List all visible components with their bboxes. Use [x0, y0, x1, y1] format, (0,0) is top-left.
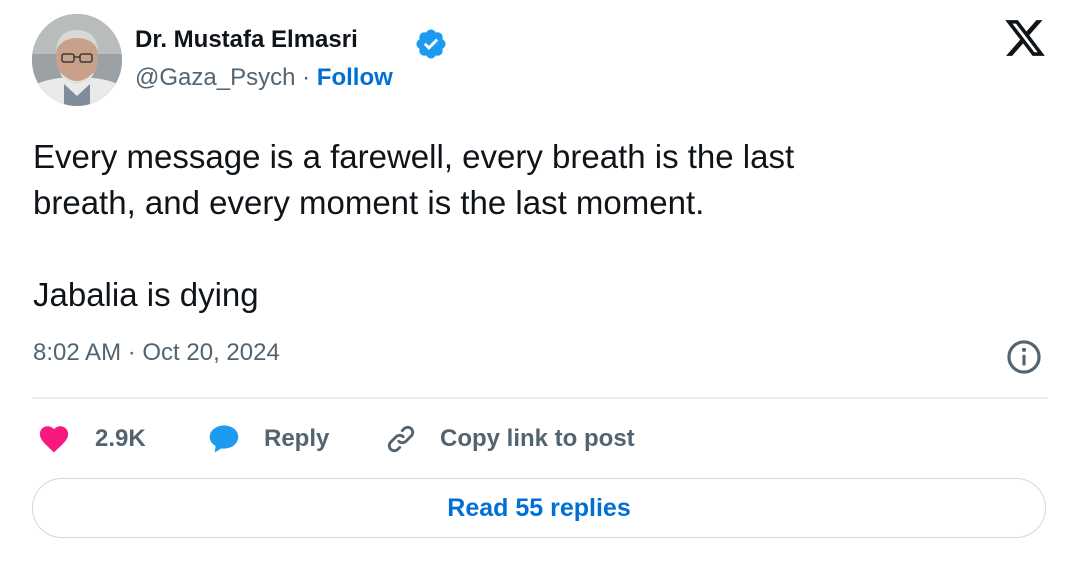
speech-bubble-icon [209, 425, 239, 453]
heart-icon [39, 426, 69, 453]
like-button[interactable]: 2.9K [36, 416, 146, 462]
handle-row: @Gaza_Psych · Follow [135, 64, 393, 92]
separator-dot: · [302, 64, 311, 91]
tweet-text: Every message is a farewell, every breat… [33, 134, 1023, 318]
read-replies-button[interactable]: Read 55 replies [32, 478, 1046, 538]
reply-label: Reply [264, 425, 330, 452]
verified-badge-icon [416, 29, 446, 59]
info-icon[interactable] [1005, 338, 1043, 376]
reply-button[interactable]: Reply [205, 416, 329, 462]
x-logo-icon[interactable] [1002, 16, 1048, 60]
tweet-text-line: Jabalia is dying [33, 276, 259, 313]
link-icon [387, 425, 415, 453]
tweet-text-line: Every message is a farewell, every breat… [33, 138, 795, 175]
tweet-embed-card: Dr. Mustafa Elmasri @Gaza_Psych · Follow… [0, 0, 1080, 567]
like-count: 2.9K [95, 425, 146, 452]
copy-link-label: Copy link to post [440, 425, 635, 452]
follow-button[interactable]: Follow [317, 64, 393, 91]
divider [32, 397, 1048, 399]
tweet-timestamp[interactable]: 8:02 AM · Oct 20, 2024 [33, 339, 280, 367]
author-handle[interactable]: @Gaza_Psych [135, 64, 295, 91]
author-name[interactable]: Dr. Mustafa Elmasri [135, 26, 358, 54]
action-bar: 2.9K Reply Copy link to post [0, 416, 1080, 466]
copy-link-button[interactable]: Copy link to post [382, 416, 635, 462]
avatar[interactable] [32, 14, 122, 106]
tweet-text-line: breath, and every moment is the last mom… [33, 184, 705, 221]
